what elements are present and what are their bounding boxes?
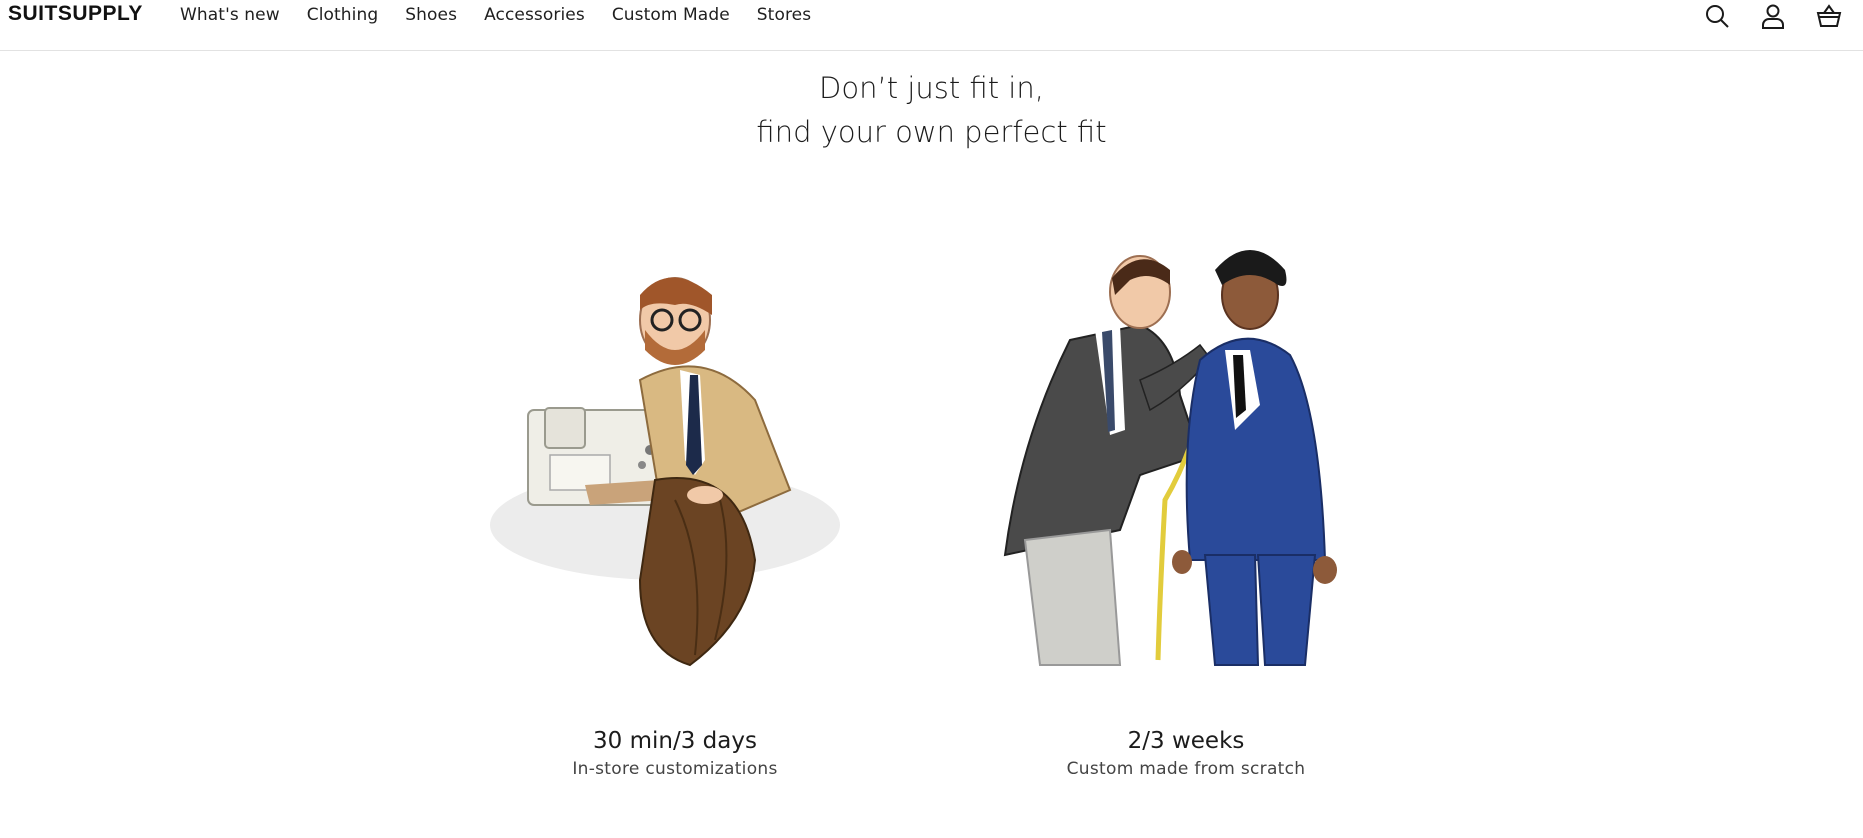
nav-whats-new[interactable]: What's new xyxy=(180,5,280,25)
card-in-store[interactable]: 30 min/3 days In-store customizations xyxy=(475,728,875,779)
account-icon[interactable] xyxy=(1759,2,1787,30)
nav-accessories[interactable]: Accessories xyxy=(484,5,585,25)
card-custom-made[interactable]: 2/3 weeks Custom made from scratch xyxy=(986,728,1386,779)
logo[interactable]: SUITSUPPLY xyxy=(8,2,143,26)
search-icon[interactable] xyxy=(1703,2,1731,30)
card-in-store-subtitle: In-store customizations xyxy=(572,759,778,779)
site-header: SUITSUPPLY What's new Clothing Shoes Acc… xyxy=(0,0,1863,51)
tailor-measuring-illustration xyxy=(1003,250,1337,666)
card-custom-made-title: 2/3 weeks xyxy=(1127,728,1245,754)
basket-icon[interactable] xyxy=(1815,2,1843,30)
nav-shoes[interactable]: Shoes xyxy=(405,5,457,25)
hero-heading: Don’t just fit in, find your own perfect… xyxy=(0,66,1863,154)
nav-custom-made[interactable]: Custom Made xyxy=(612,5,730,25)
card-custom-made-subtitle: Custom made from scratch xyxy=(1066,759,1306,779)
tailor-sewing-illustration xyxy=(490,277,840,667)
nav-stores[interactable]: Stores xyxy=(757,5,811,25)
hero-line-2: find your own perfect fit xyxy=(756,115,1107,149)
header-icons xyxy=(1703,2,1843,30)
hero-line-1: Don’t just fit in, xyxy=(819,71,1044,105)
nav-clothing[interactable]: Clothing xyxy=(307,5,379,25)
card-in-store-title: 30 min/3 days xyxy=(593,728,757,754)
main-nav: What's new Clothing Shoes Accessories Cu… xyxy=(180,5,838,25)
